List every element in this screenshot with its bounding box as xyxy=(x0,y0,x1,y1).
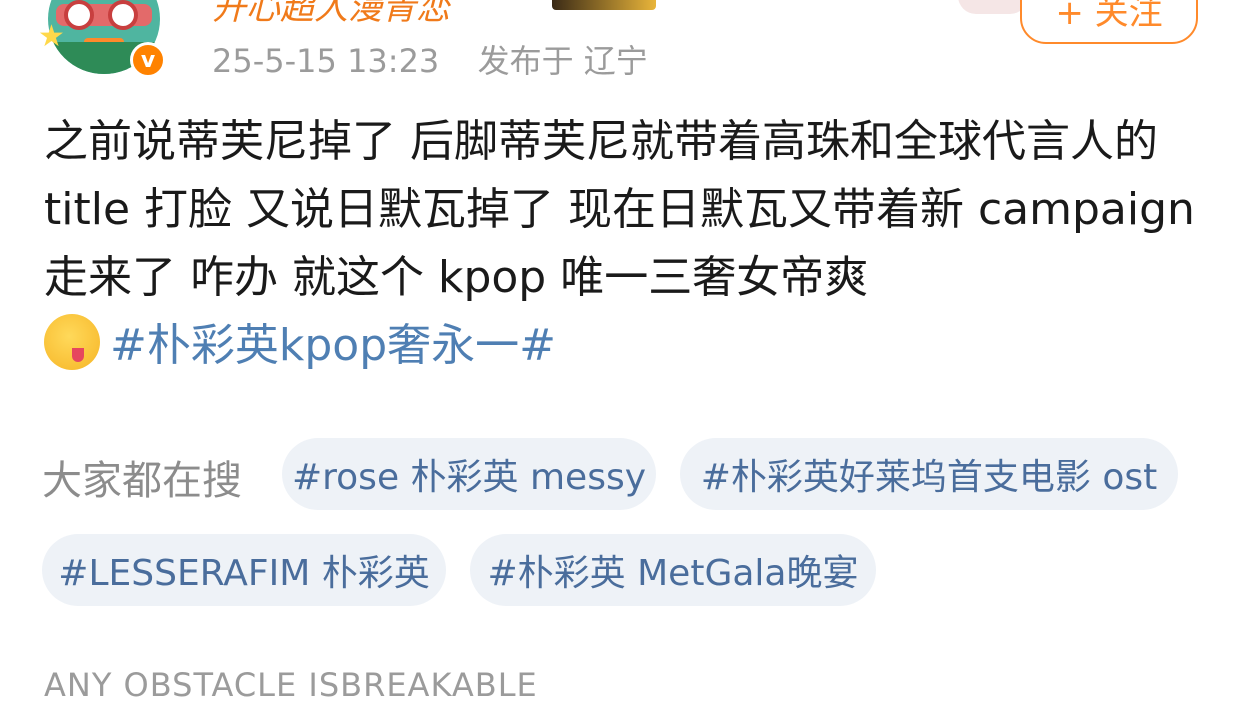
follow-button[interactable]: + 关注 xyxy=(1020,0,1198,44)
trending-chip[interactable]: #LESSERAFIM 朴彩英 xyxy=(42,534,446,606)
trending-chip[interactable]: #朴彩英 MetGala晚宴 xyxy=(470,534,876,606)
user-signature: ANY OBSTACLE ISBREAKABLE xyxy=(44,666,538,704)
verified-badge-icon: v xyxy=(130,42,166,78)
goggle-right xyxy=(108,0,138,30)
post-location: 发布于 辽宁 xyxy=(477,42,648,80)
post-hashtag[interactable]: #朴彩英kpop奢永一# xyxy=(110,320,556,371)
decoration-graphic xyxy=(958,0,1028,14)
post-body: 之前说蒂芙尼掉了 后脚蒂芙尼就带着高珠和全球代言人的 title 打脸 又说日默… xyxy=(44,108,1204,380)
username[interactable]: 开心超人漫青恋 xyxy=(212,0,450,29)
star-icon: ★ xyxy=(38,19,65,54)
goggle-left xyxy=(64,0,94,30)
yum-face-emoji-icon xyxy=(44,314,100,370)
post-timestamp: 25-5-15 13:23 xyxy=(212,42,440,80)
post-text: 之前说蒂芙尼掉了 后脚蒂芙尼就带着高珠和全球代言人的 title 打脸 又说日默… xyxy=(44,116,1195,303)
trending-chip[interactable]: #rose 朴彩英 messy xyxy=(282,438,656,510)
level-badge-icon xyxy=(552,0,656,10)
trending-chip[interactable]: #朴彩英好莱坞首支电影 ost xyxy=(680,438,1178,510)
post-meta: 25-5-15 13:23 发布于 辽宁 xyxy=(212,36,648,82)
avatar[interactable]: ★ v xyxy=(38,0,168,82)
trending-label: 大家都在搜 xyxy=(42,458,242,504)
